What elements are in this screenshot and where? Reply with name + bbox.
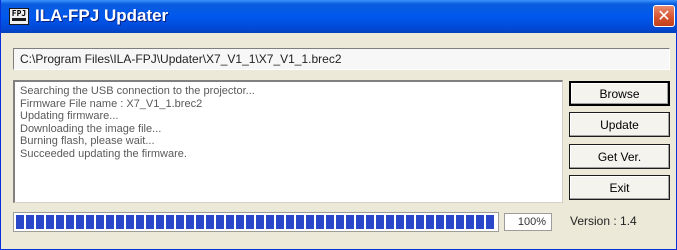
version-label: Version : 1.4 [570, 214, 637, 228]
status-log: Searching the USB connection to the proj… [13, 80, 563, 203]
window-title: ILA-FPJ Updater [35, 6, 169, 25]
log-line: Updating firmware... [20, 110, 119, 122]
log-line: Downloading the image file... [20, 122, 162, 135]
exit-button[interactable]: Exit [569, 175, 670, 200]
log-line: Succeeded updating the firmware. [20, 147, 187, 160]
updater-window: FPJ ILA-FPJ Updater ✕ Searching the USB … [0, 0, 677, 250]
firmware-path-field[interactable] [13, 48, 670, 70]
log-line: Burning flash, please wait... [20, 135, 155, 147]
title-bar[interactable]: FPJ ILA-FPJ Updater ✕ [1, 0, 677, 33]
log-line: Searching the USB connection to the proj… [20, 85, 255, 97]
app-fpj-icon: FPJ [9, 8, 29, 25]
progress-bar [13, 212, 499, 232]
close-button[interactable]: ✕ [653, 5, 675, 27]
update-button[interactable]: Update [569, 112, 670, 137]
browse-button[interactable]: Browse [569, 81, 670, 106]
get-version-button[interactable]: Get Ver. [569, 144, 670, 169]
progress-percent: 100% [504, 213, 552, 231]
log-line: Firmware File name : X7_V1_1.brec2 [20, 97, 203, 110]
progress-fill [16, 215, 496, 229]
